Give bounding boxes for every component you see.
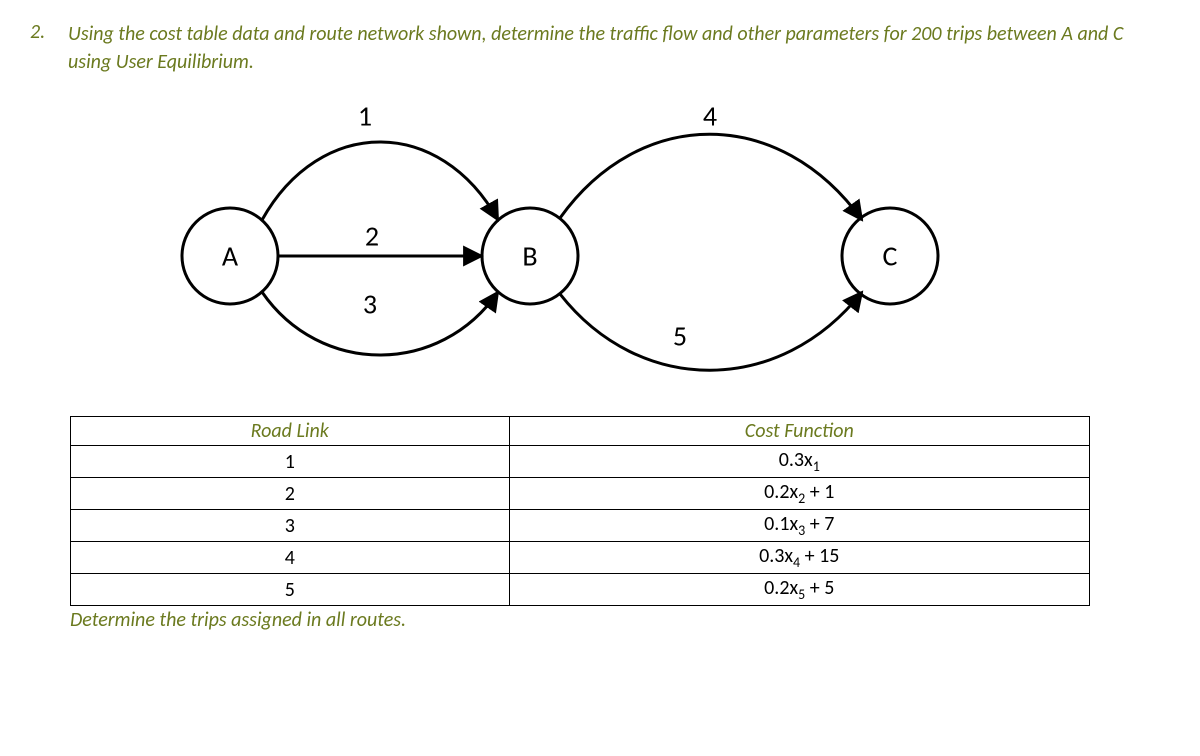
table-row: 50.2x5 + 5	[71, 574, 1090, 606]
road-link-cell: 1	[71, 446, 510, 478]
cost-function-cell: 0.1x3 + 7	[509, 510, 1089, 542]
cost-table-header-link: Road Link	[71, 417, 510, 446]
network-svg: A B C 1 2 3 4 5	[30, 86, 1030, 396]
link-1-label: 1	[358, 99, 372, 134]
link-1-path	[262, 142, 498, 220]
cost-function-cell: 0.3x4 + 15	[509, 542, 1089, 574]
cost-function-cell: 0.2x2 + 1	[509, 478, 1089, 510]
road-link-cell: 5	[71, 574, 510, 606]
node-c-label: C	[883, 239, 898, 274]
table-row: 20.2x2 + 1	[71, 478, 1090, 510]
post-instruction: Determine the trips assigned in all rout…	[70, 608, 1170, 632]
link-4-label: 4	[703, 99, 717, 134]
problem-number: 2.	[30, 20, 58, 44]
node-b-label: B	[522, 239, 537, 274]
table-row: 30.1x3 + 7	[71, 510, 1090, 542]
cost-function-cell: 0.2x5 + 5	[509, 574, 1089, 606]
network-diagram: A B C 1 2 3 4 5	[30, 86, 1170, 396]
table-row: 10.3x1	[71, 446, 1090, 478]
link-3-label: 3	[363, 287, 377, 322]
road-link-cell: 4	[71, 542, 510, 574]
problem-statement: 2. Using the cost table data and route n…	[30, 20, 1170, 76]
cost-table: Road Link Cost Function 10.3x120.2x2 + 1…	[70, 416, 1090, 606]
link-5-label: 5	[673, 319, 687, 354]
road-link-cell: 3	[71, 510, 510, 542]
road-link-cell: 2	[71, 478, 510, 510]
node-a-label: A	[222, 239, 239, 274]
problem-text: Using the cost table data and route netw…	[68, 20, 1170, 76]
link-2-label: 2	[365, 219, 379, 254]
cost-function-cell: 0.3x1	[509, 446, 1089, 478]
link-3-path	[262, 292, 498, 355]
link-4-path	[560, 134, 862, 220]
link-5-path	[560, 292, 862, 370]
table-row: 40.3x4 + 15	[71, 542, 1090, 574]
cost-table-header-row: Road Link Cost Function	[71, 417, 1090, 446]
cost-table-header-cost: Cost Function	[509, 417, 1089, 446]
